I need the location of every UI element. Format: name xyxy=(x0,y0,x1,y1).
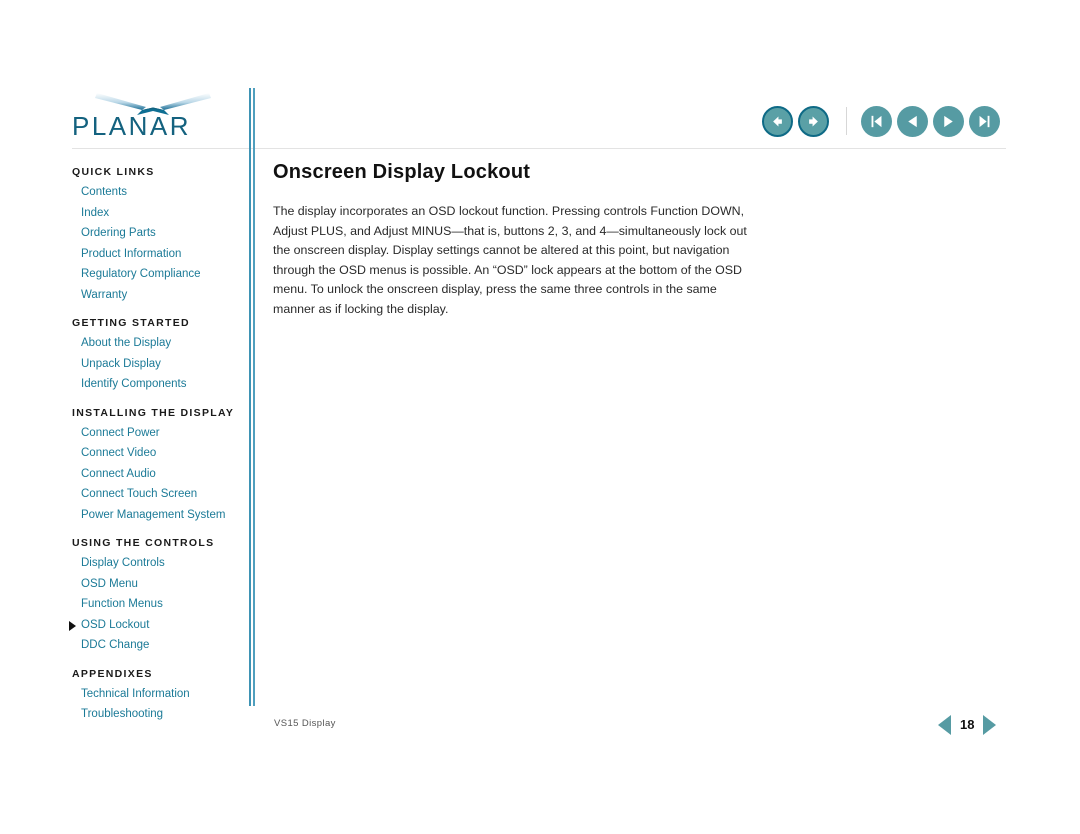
planar-logo[interactable]: PLANAR xyxy=(72,92,242,144)
body-paragraph: The display incorporates an OSD lockout … xyxy=(273,204,747,316)
sidebar-item-label: DDC Change xyxy=(81,639,150,651)
sidebar-item-connect-touch-screen[interactable]: Connect Touch Screen xyxy=(68,484,248,505)
previous-page-button[interactable] xyxy=(897,105,928,137)
sidebar-item-regulatory-compliance[interactable]: Regulatory Compliance xyxy=(68,264,248,285)
sidebar-item-label: Connect Power xyxy=(81,426,160,439)
skip-to-start-icon xyxy=(868,113,885,130)
sidebar-content-divider xyxy=(249,88,257,706)
planar-wordmark: PLANAR xyxy=(72,111,242,142)
sidebar-item-function-menus[interactable]: Function Menus xyxy=(68,594,248,615)
sidebar-item-osd-menu[interactable]: OSD Menu xyxy=(68,574,248,595)
sidebar-item-unpack-display[interactable]: Unpack Display xyxy=(68,354,248,375)
sidebar-item-identify-components[interactable]: Identify Components xyxy=(68,374,248,395)
sidebar-section: GETTING STARTED About the Display Unpack D… xyxy=(68,315,248,395)
sidebar-item-label: Power Management System xyxy=(81,508,226,521)
sidebar-item-index[interactable]: Index xyxy=(68,203,248,224)
top-navigation-bar xyxy=(762,100,1005,142)
document-page: PLANAR QUICK LINKS Contents Index Orderi… xyxy=(0,0,1080,834)
sidebar-item-display-controls[interactable]: Display Controls xyxy=(68,553,248,574)
sidebar-item-connect-video[interactable]: Connect Video xyxy=(68,443,248,464)
sidebar-item-label: Technical Information xyxy=(81,687,190,700)
sidebar-item-product-information[interactable]: Product Information xyxy=(68,244,248,265)
svg-text:PLANAR: PLANAR xyxy=(72,112,191,141)
sidebar-section-heading: INSTALLING THE DISPLAY xyxy=(72,406,235,419)
sidebar-section: USING THE CONTROLS Display Controls OSD Me… xyxy=(68,535,248,656)
pager-previous-button[interactable] xyxy=(938,715,951,735)
sidebar-item-label: About the Display xyxy=(81,337,172,349)
triangle-left-icon xyxy=(904,113,921,130)
active-item-triangle-icon xyxy=(69,620,76,631)
sidebar-item-label: Function Menus xyxy=(81,598,163,610)
next-page-button[interactable] xyxy=(933,105,964,137)
sidebar-item-power-management-system[interactable]: Power Management System xyxy=(68,505,248,526)
sidebar-item-label: Connect Audio xyxy=(81,467,156,480)
sidebar-section-heading: APPENDIXES xyxy=(72,667,153,680)
sidebar-section: APPENDIXES Technical Information Troublesh… xyxy=(68,666,248,725)
sidebar-section: INSTALLING THE DISPLAY Connect Power Conne… xyxy=(68,405,248,526)
sidebar-item-label: Regulatory Compliance xyxy=(81,268,201,280)
pager-page-number: 18 xyxy=(960,717,975,732)
main-content: Onscreen Display Lockout The display inc… xyxy=(273,160,763,319)
forward-button[interactable] xyxy=(798,105,829,137)
sidebar-item-about-the-display[interactable]: About the Display xyxy=(68,333,248,354)
document-label: VS15 Display xyxy=(274,718,336,729)
sidebar-section-heading: GETTING STARTED xyxy=(72,317,190,329)
page-pager: 18 xyxy=(938,713,997,737)
sidebar-item-label: Connect Touch Screen xyxy=(81,488,198,500)
first-page-button[interactable] xyxy=(861,105,892,137)
sidebar-navigation: QUICK LINKS Contents Index Ordering Parts Pr… xyxy=(68,164,248,735)
sidebar-item-ordering-parts[interactable]: Ordering Parts xyxy=(68,223,248,244)
sidebar-section-heading: QUICK LINKS xyxy=(72,166,155,178)
pager-next-button[interactable] xyxy=(983,715,997,735)
sidebar-item-label: Ordering Parts xyxy=(81,227,156,239)
header-divider xyxy=(72,148,1006,149)
sidebar-item-connect-power[interactable]: Connect Power xyxy=(68,423,248,444)
sidebar-item-technical-information[interactable]: Technical Information xyxy=(68,684,248,705)
sidebar-section-heading: USING THE CONTROLS xyxy=(72,537,215,549)
sidebar-item-osd-lockout[interactable]: OSD Lockout xyxy=(68,615,248,636)
sidebar-item-ddc-change[interactable]: DDC Change xyxy=(68,635,248,656)
sidebar-item-label: OSD Menu xyxy=(81,577,138,590)
sidebar-item-troubleshooting[interactable]: Troubleshooting xyxy=(68,704,248,725)
sidebar-item-label: Index xyxy=(81,206,110,219)
sidebar-item-label: Troubleshooting xyxy=(81,708,164,720)
triangle-right-icon xyxy=(940,113,957,130)
arrow-right-icon xyxy=(806,114,821,129)
skip-to-end-icon xyxy=(976,113,993,130)
sidebar-item-label: Product Information xyxy=(81,247,182,260)
sidebar-item-label: Warranty xyxy=(81,288,128,301)
sidebar-item-label: Contents xyxy=(81,186,128,198)
sidebar-item-label: Display Controls xyxy=(81,557,165,569)
sidebar-item-label: Identify Components xyxy=(81,378,187,390)
arrow-left-icon xyxy=(770,114,785,129)
sidebar-item-label: OSD Lockout xyxy=(81,618,150,631)
toolbar-separator xyxy=(846,107,847,135)
sidebar-item-contents[interactable]: Contents xyxy=(68,182,248,203)
last-page-button[interactable] xyxy=(969,105,1000,137)
sidebar-section: QUICK LINKS Contents Index Ordering Parts Pr… xyxy=(68,164,248,305)
page-title: Onscreen Display Lockout xyxy=(273,161,531,183)
back-button[interactable] xyxy=(762,105,793,137)
sidebar-item-connect-audio[interactable]: Connect Audio xyxy=(68,464,248,485)
sidebar-item-label: Connect Video xyxy=(81,447,157,459)
sidebar-item-warranty[interactable]: Warranty xyxy=(68,285,248,306)
sidebar-item-label: Unpack Display xyxy=(81,357,161,370)
